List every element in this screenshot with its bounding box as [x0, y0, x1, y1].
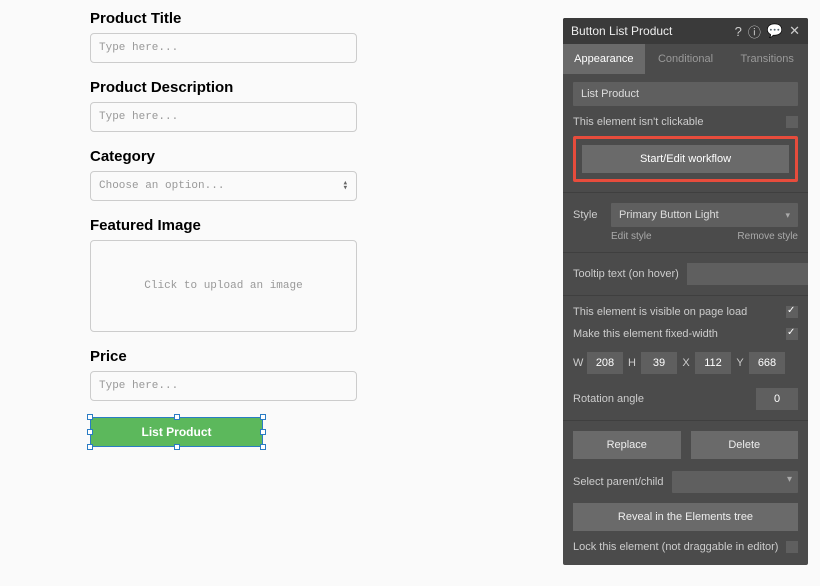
inspector-header[interactable]: Button List Product ? ⓘ 💬 ✕ — [563, 18, 808, 44]
placeholder-text: Type here... — [99, 380, 178, 392]
close-icon[interactable]: ✕ — [789, 23, 800, 39]
help-icon[interactable]: ? — [735, 24, 742, 39]
width-input[interactable] — [587, 352, 623, 374]
inspector-title: Button List Product — [571, 24, 735, 38]
parent-select[interactable] — [672, 471, 799, 493]
style-value: Primary Button Light — [619, 209, 719, 221]
resize-handle-icon[interactable] — [260, 429, 266, 435]
info-icon[interactable]: ⓘ — [748, 22, 761, 41]
start-edit-workflow-button[interactable]: Start/Edit workflow — [582, 145, 789, 173]
category-select[interactable]: Choose an option... ▴▾ — [90, 171, 357, 201]
delete-button[interactable]: Delete — [691, 431, 799, 459]
remove-style-link[interactable]: Remove style — [737, 231, 798, 242]
tab-transitions[interactable]: Transitions — [726, 44, 808, 74]
tab-appearance[interactable]: Appearance — [563, 44, 645, 74]
clickable-label: This element isn't clickable — [573, 116, 704, 128]
visible-label: This element is visible on page load — [573, 306, 747, 318]
inspector-tabs: Appearance Conditional Transitions — [563, 44, 808, 74]
fixed-width-checkbox[interactable] — [786, 328, 798, 340]
width-label: W — [573, 357, 583, 369]
product-title-label: Product Title — [90, 10, 470, 27]
list-product-button[interactable]: List Product — [91, 418, 262, 446]
parent-select-row: Select parent/child — [573, 471, 798, 493]
inspector-body: This element isn't clickable Start/Edit … — [563, 74, 808, 565]
fixed-width-row: Make this element fixed-width — [573, 328, 798, 340]
tab-conditional[interactable]: Conditional — [645, 44, 727, 74]
lock-label: Lock this element (not draggable in edit… — [573, 541, 778, 553]
resize-handle-icon[interactable] — [174, 444, 180, 450]
resize-handle-icon[interactable] — [87, 414, 93, 420]
tooltip-input[interactable] — [687, 263, 808, 285]
placeholder-text: Choose an option... — [99, 180, 224, 192]
y-input[interactable] — [749, 352, 785, 374]
tooltip-row: Tooltip text (on hover) — [573, 263, 798, 285]
clickable-checkbox[interactable] — [786, 116, 798, 128]
product-description-group: Product Description Type here... — [90, 79, 470, 132]
element-name-input[interactable] — [573, 82, 798, 106]
resize-handle-icon[interactable] — [87, 444, 93, 450]
product-description-input[interactable]: Type here... — [90, 102, 357, 132]
button-label: List Product — [141, 425, 211, 439]
inspector-panel: Button List Product ? ⓘ 💬 ✕ Appearance C… — [563, 18, 808, 565]
height-input[interactable] — [641, 352, 677, 374]
separator — [563, 192, 808, 193]
featured-image-label: Featured Image — [90, 217, 470, 234]
x-input[interactable] — [695, 352, 731, 374]
style-select[interactable]: Primary Button Light ▾ — [611, 203, 798, 227]
product-description-label: Product Description — [90, 79, 470, 96]
height-label: H — [627, 357, 637, 369]
replace-button[interactable]: Replace — [573, 431, 681, 459]
image-upload-area[interactable]: Click to upload an image — [90, 240, 357, 332]
separator — [563, 252, 808, 253]
reveal-elements-tree-button[interactable]: Reveal in the Elements tree — [573, 503, 798, 531]
visible-row: This element is visible on page load — [573, 306, 798, 318]
lock-checkbox[interactable] — [786, 541, 798, 553]
upload-placeholder: Click to upload an image — [144, 280, 302, 292]
rotation-row: Rotation angle — [573, 388, 798, 410]
inspector-header-icons: ? ⓘ 💬 ✕ — [735, 22, 800, 41]
dimensions-row: W H X Y — [573, 352, 798, 374]
featured-image-group: Featured Image Click to upload an image — [90, 217, 470, 332]
product-title-input[interactable]: Type here... — [90, 33, 357, 63]
placeholder-text: Type here... — [99, 42, 178, 54]
product-title-group: Product Title Type here... — [90, 10, 470, 63]
lock-row: Lock this element (not draggable in edit… — [573, 541, 798, 553]
list-product-button-selection[interactable]: List Product — [90, 417, 263, 447]
parent-label: Select parent/child — [573, 476, 664, 488]
y-label: Y — [735, 357, 745, 369]
form-canvas: Product Title Type here... Product Descr… — [0, 0, 560, 586]
resize-handle-icon[interactable] — [87, 429, 93, 435]
rotation-label: Rotation angle — [573, 393, 644, 405]
visible-checkbox[interactable] — [786, 306, 798, 318]
comment-icon[interactable]: 💬 — [767, 23, 783, 39]
tooltip-label: Tooltip text (on hover) — [573, 268, 679, 280]
placeholder-text: Type here... — [99, 111, 178, 123]
style-row: Style Primary Button Light ▾ — [573, 203, 798, 227]
price-label: Price — [90, 348, 470, 365]
chevron-down-icon: ▾ — [785, 210, 790, 221]
replace-delete-row: Replace Delete — [573, 431, 798, 459]
price-group: Price Type here... — [90, 348, 470, 401]
resize-handle-icon[interactable] — [260, 444, 266, 450]
category-group: Category Choose an option... ▴▾ — [90, 148, 470, 201]
price-input[interactable]: Type here... — [90, 371, 357, 401]
edit-style-link[interactable]: Edit style — [611, 231, 652, 242]
category-label: Category — [90, 148, 470, 165]
resize-handle-icon[interactable] — [260, 414, 266, 420]
fixed-width-label: Make this element fixed-width — [573, 328, 718, 340]
separator — [563, 295, 808, 296]
rotation-input[interactable] — [756, 388, 798, 410]
style-label: Style — [573, 209, 603, 221]
workflow-highlight: Start/Edit workflow — [573, 136, 798, 182]
clickable-row: This element isn't clickable — [573, 116, 798, 128]
select-arrows-icon: ▴▾ — [343, 181, 348, 191]
x-label: X — [681, 357, 691, 369]
separator — [563, 420, 808, 421]
style-sub-actions: Edit style Remove style — [573, 227, 798, 242]
resize-handle-icon[interactable] — [174, 414, 180, 420]
